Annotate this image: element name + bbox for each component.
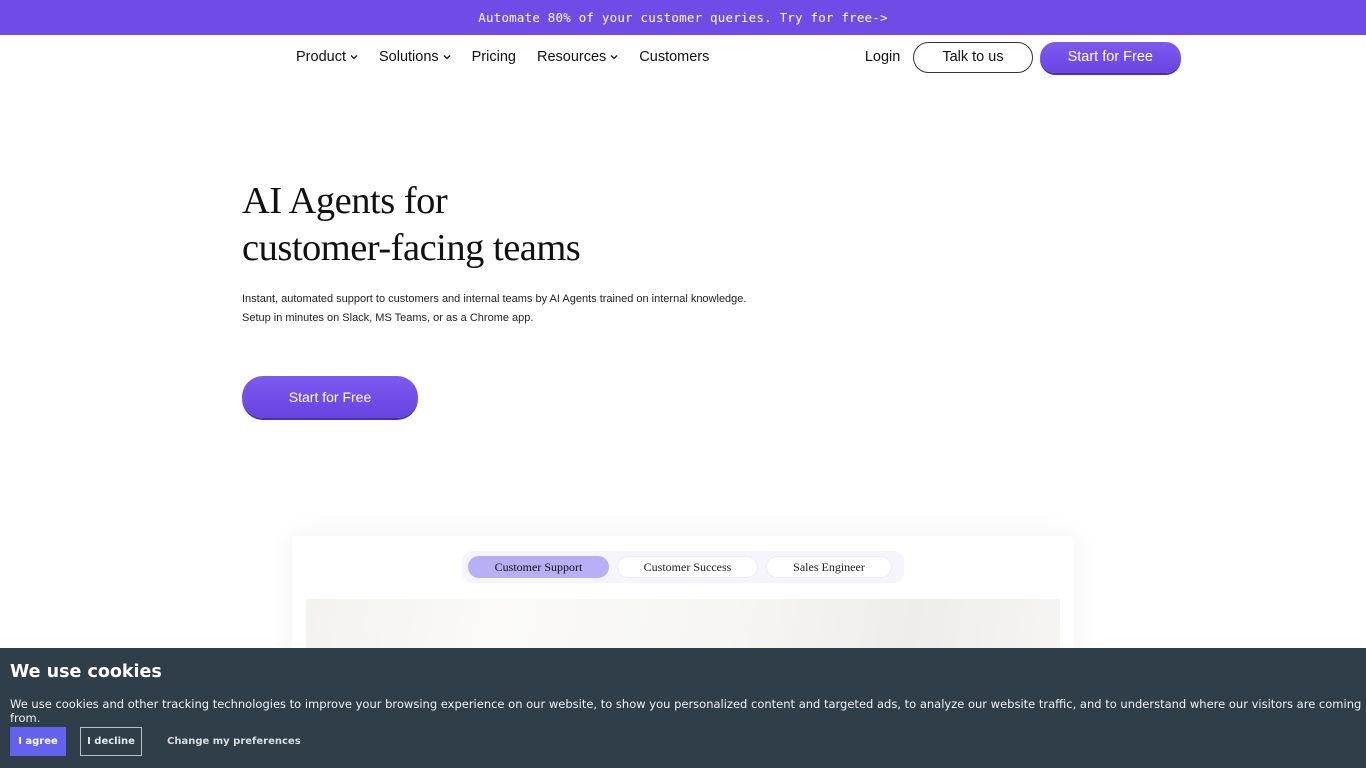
talk-to-us-button[interactable]: Talk to us [913,41,1033,73]
hero-title-line-2: customer-facing teams [242,227,581,269]
chevron-down-icon [610,55,618,60]
start-for-free-button[interactable]: Start for Free [1039,41,1181,73]
cookie-banner-text: We use cookies and other tracking techno… [10,697,1362,725]
nav-item-label: Solutions [378,49,439,65]
nav-item-solutions[interactable]: Solutions [379,49,451,65]
tab-customer-support[interactable]: Customer Support [468,556,609,578]
announcement-link[interactable]: Automate 80% of your customer queries. T… [478,10,887,25]
cookie-preferences-link[interactable]: Change my preferences [167,736,301,747]
hero-subtitle: Instant, automated support to customers … [242,293,747,324]
cookie-banner: We use cookies We use cookies and other … [0,648,1366,768]
nav-item-customers[interactable]: Customers [639,49,709,65]
nav-item-resources[interactable]: Resources [537,49,618,65]
nav-item-label: Resources [536,49,607,65]
hero-start-for-free-button[interactable]: Start for Free [242,376,418,418]
nav-item-label: Product [296,49,346,65]
cookie-banner-actions: I agree I decline Change my preferences [10,727,301,756]
hero-title: AI Agents for customer-facing teams [242,178,842,272]
tab-customer-success[interactable]: Customer Success [617,556,758,578]
nav-item-label: Customers [639,49,710,65]
role-tabs: Customer Support Customer Success Sales … [462,551,904,583]
nav-item-pricing[interactable]: Pricing [472,49,516,65]
nav-item-label: Pricing [471,49,516,65]
cookie-agree-button[interactable]: I agree [10,727,66,756]
primary-nav: Product Solutions Pricing Resources Cust… [296,35,709,79]
nav-actions: Login Talk to us Start for Free [865,35,1181,79]
hero-title-line-1: AI Agents for [242,180,448,222]
announcement-bar: Automate 80% of your customer queries. T… [0,0,1366,35]
tab-sales-engineer[interactable]: Sales Engineer [766,556,892,578]
nav-item-product[interactable]: Product [296,49,358,65]
top-navbar: Product Solutions Pricing Resources Cust… [0,35,1366,79]
chevron-down-icon [350,55,358,60]
cookie-decline-button[interactable]: I decline [80,727,142,756]
login-link[interactable]: Login [865,49,900,65]
chevron-down-icon [443,55,451,60]
cookie-banner-title: We use cookies [10,662,162,682]
